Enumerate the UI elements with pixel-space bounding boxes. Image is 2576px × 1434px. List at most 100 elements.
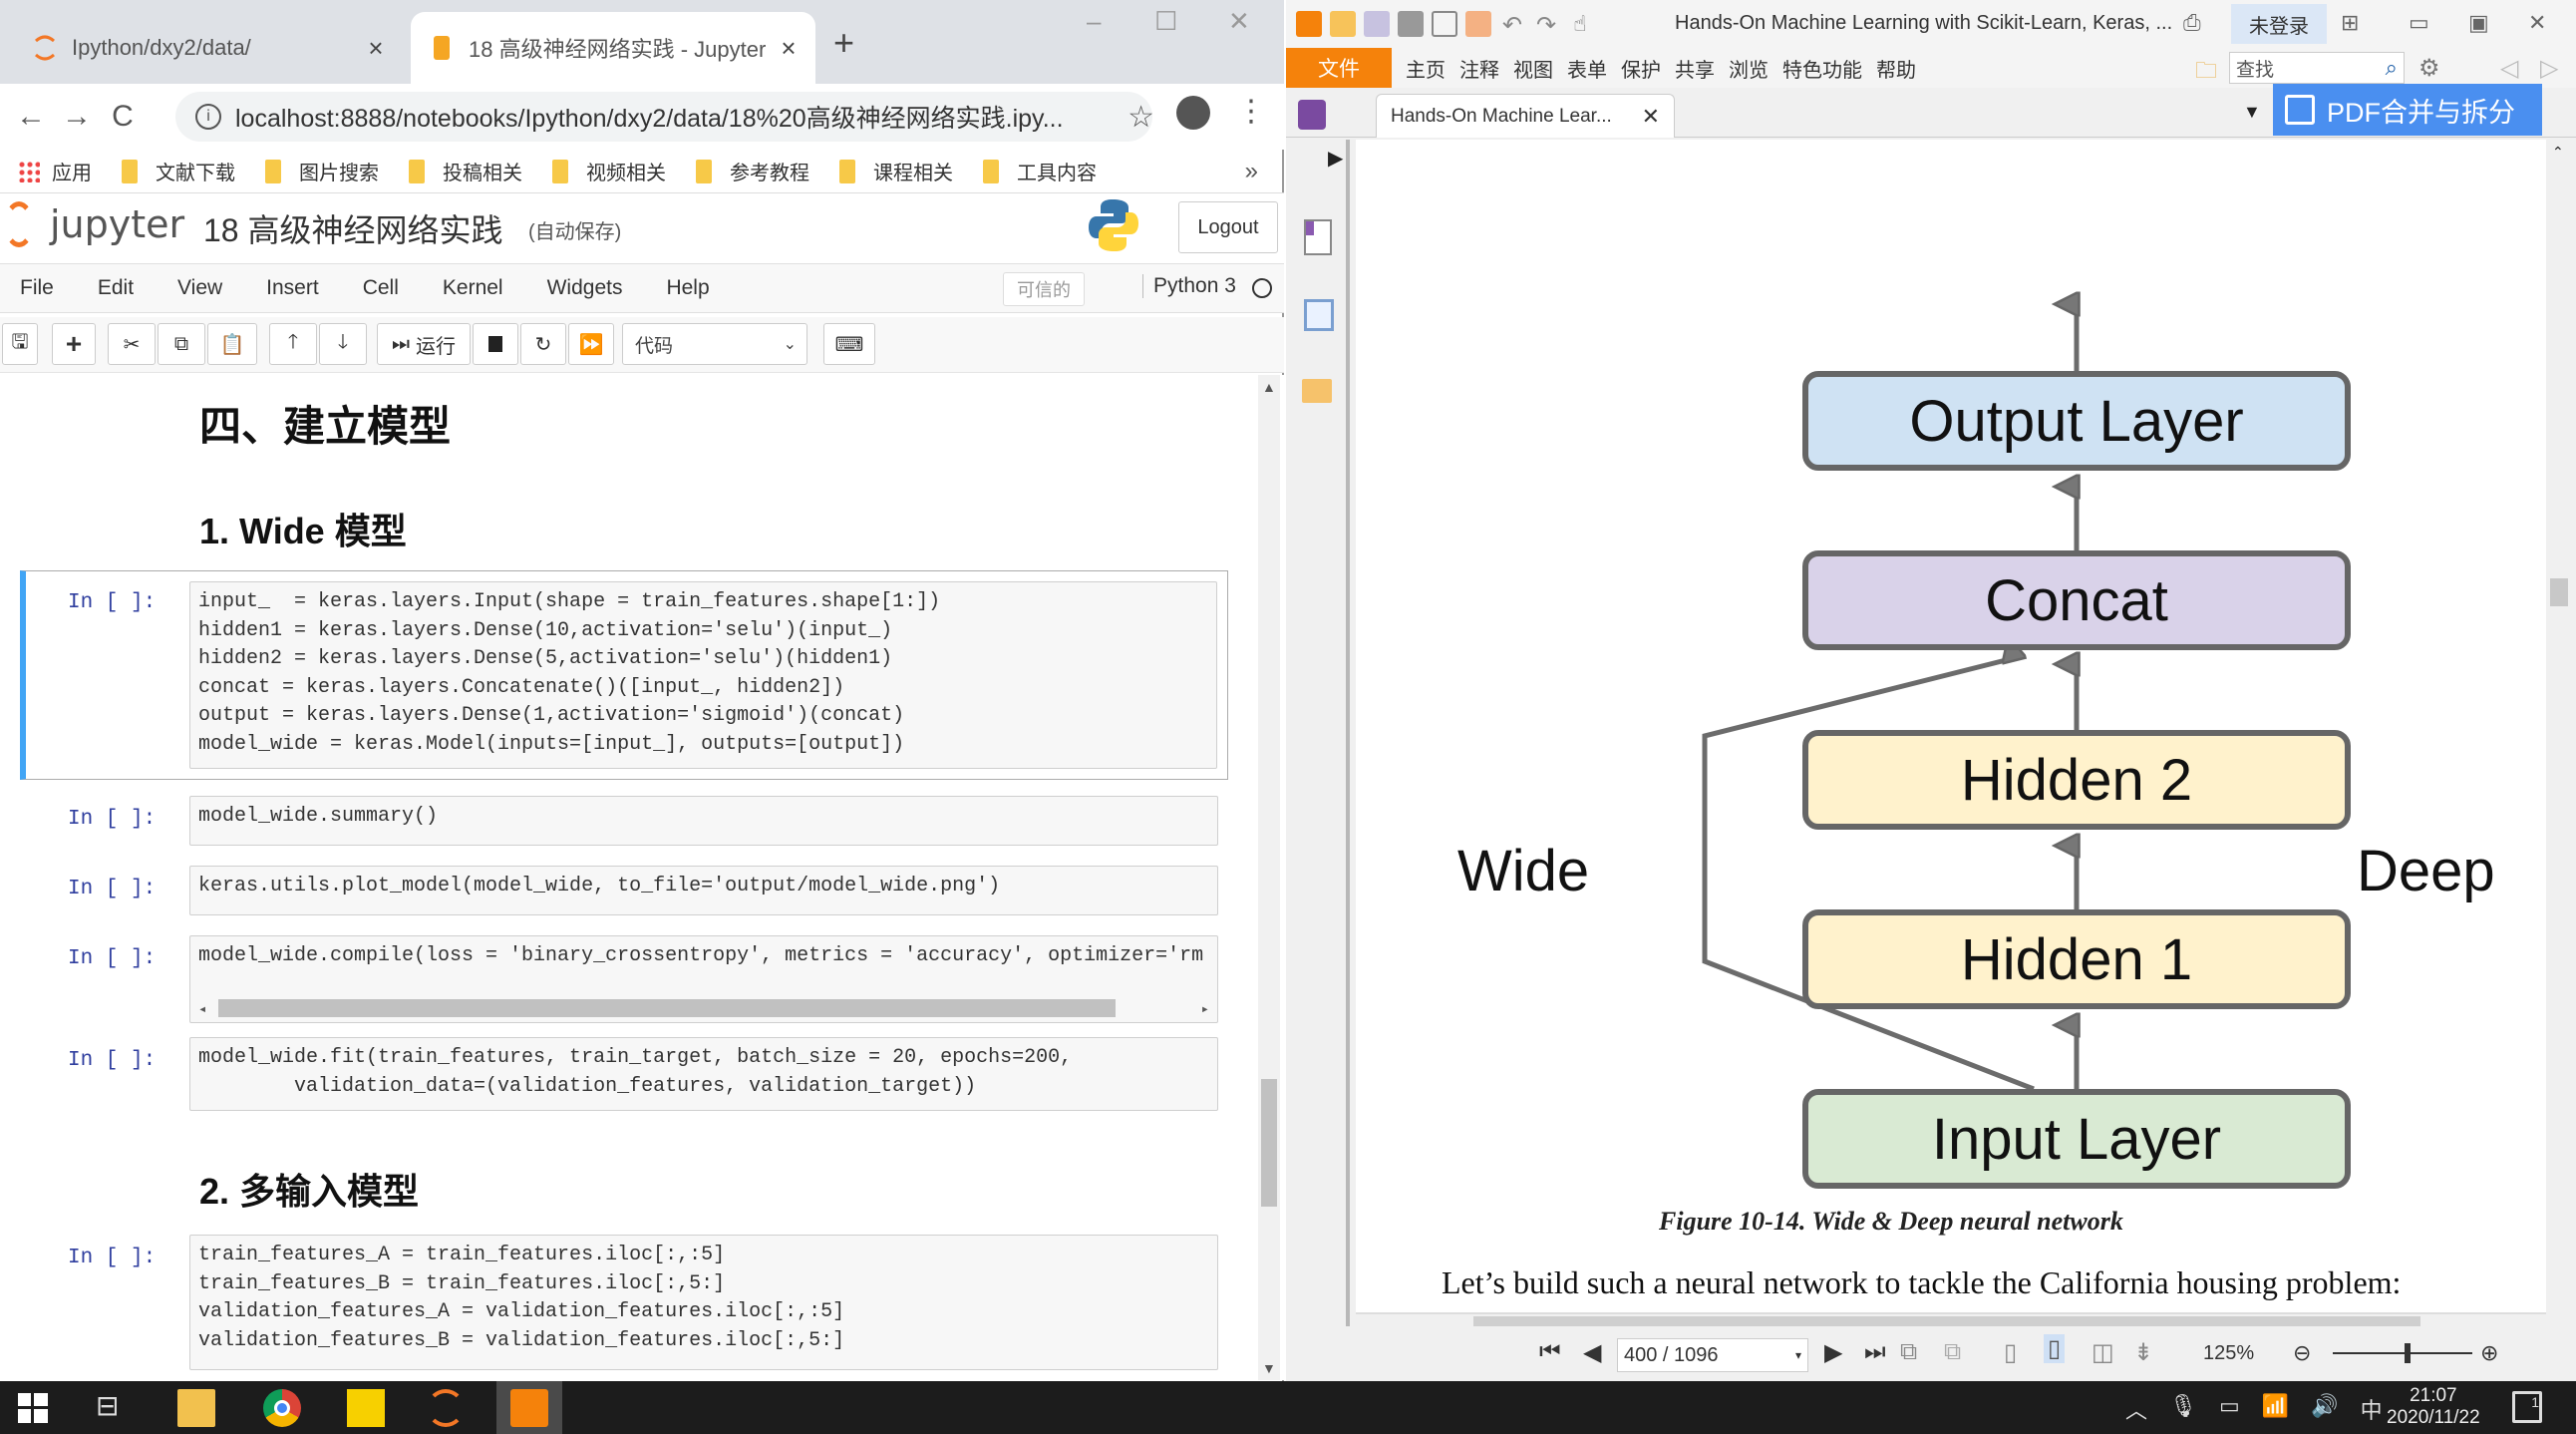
- close-tab-icon[interactable]: ×: [774, 33, 804, 64]
- print-icon[interactable]: [1398, 11, 1424, 37]
- bookmarks-panel-icon[interactable]: [1304, 219, 1332, 255]
- prev-page-button[interactable]: ◀: [1583, 1338, 1601, 1367]
- hand-tool-icon[interactable]: ☝: [1567, 11, 1593, 37]
- first-page-button[interactable]: ⏮: [1539, 1338, 1561, 1366]
- ribbon-tab-view[interactable]: 视图: [1513, 54, 1553, 83]
- jupyter-logo[interactable]: jupyter: [4, 201, 184, 247]
- battery-icon[interactable]: ▭: [2219, 1393, 2240, 1425]
- view-mode-icon[interactable]: ⧉: [1900, 1338, 1917, 1366]
- bookmark-folder[interactable]: 课程相关: [839, 157, 953, 185]
- search-input[interactable]: 查找 ⌕: [2229, 52, 2405, 84]
- run-button[interactable]: ⏭ 运行: [377, 323, 471, 365]
- notebook-scrollbar[interactable]: ▲ ▼: [1258, 375, 1280, 1380]
- view-mode-icon[interactable]: ⧉: [1944, 1338, 1961, 1366]
- close-tab-icon[interactable]: ×: [361, 33, 391, 64]
- next-page-button[interactable]: ▶: [1824, 1338, 1842, 1367]
- task-view-icon[interactable]: ⊟: [96, 1389, 134, 1427]
- file-explorer-icon[interactable]: [177, 1389, 215, 1427]
- search-icon[interactable]: ⌕: [2386, 55, 2398, 81]
- command-palette-button[interactable]: ⌨: [823, 323, 875, 365]
- code-input[interactable]: model_wide.fit(train_features, train_tar…: [189, 1037, 1218, 1111]
- clock[interactable]: 21:07 2020/11/22: [2387, 1385, 2480, 1429]
- code-cell[interactable]: In [ ]: train_features_A = train_feature…: [20, 1227, 1228, 1370]
- code-input[interactable]: model_wide.compile(loss = 'binary_crosse…: [189, 935, 1218, 1023]
- restore-button[interactable]: ▣: [2468, 10, 2489, 36]
- pages-panel-icon[interactable]: [1304, 299, 1334, 331]
- volume-icon[interactable]: 🔊: [2311, 1393, 2338, 1425]
- save-button[interactable]: 🖫: [2, 323, 38, 365]
- bookmark-star-icon[interactable]: ☆: [1127, 100, 1154, 135]
- next-nav-icon[interactable]: ▷: [2540, 54, 2558, 83]
- info-icon[interactable]: i: [195, 104, 221, 130]
- login-button[interactable]: 未登录: [2231, 4, 2327, 44]
- scrollbar-thumb[interactable]: [1261, 1079, 1277, 1207]
- continuous-page-icon[interactable]: ▯: [2044, 1334, 2066, 1363]
- ribbon-tab-share[interactable]: 共享: [1675, 54, 1715, 83]
- trusted-indicator[interactable]: 可信的: [1003, 272, 1085, 306]
- code-input[interactable]: keras.utils.plot_model(model_wide, to_fi…: [189, 866, 1218, 915]
- close-button[interactable]: ✕: [2528, 10, 2546, 36]
- scroll-up-icon[interactable]: ▲: [1262, 379, 1276, 395]
- menu-file[interactable]: File: [0, 276, 78, 300]
- tab-list-dropdown-icon[interactable]: ▼: [2243, 102, 2261, 123]
- kernel-name[interactable]: Python 3: [1142, 274, 1236, 298]
- code-cell-selected[interactable]: In [ ]: input_ = keras.layers.Input(shap…: [20, 570, 1228, 780]
- undo-icon[interactable]: ↶: [1499, 11, 1525, 39]
- notebook-name[interactable]: 18 高级神经网络实践: [203, 205, 503, 251]
- jupyter-taskbar-icon[interactable]: [427, 1389, 465, 1427]
- copy-button[interactable]: ⧉: [158, 323, 205, 365]
- ribbon-tab-browse[interactable]: 浏览: [1729, 54, 1769, 83]
- tab-ipython-data[interactable]: Ipython/dxy2/data/ ×: [14, 12, 403, 84]
- sticky-notes-icon[interactable]: [347, 1389, 385, 1427]
- back-button[interactable]: ←: [8, 100, 54, 134]
- minimize-button[interactable]: –: [1087, 6, 1101, 37]
- scroll-down-icon[interactable]: ▼: [1262, 1360, 1276, 1376]
- bookmark-folder[interactable]: 文献下载: [122, 157, 235, 185]
- cell-type-select[interactable]: 代码 ⌄: [622, 323, 807, 365]
- ribbon-tab-help[interactable]: 帮助: [1876, 54, 1916, 83]
- prev-nav-icon[interactable]: ◁: [2500, 54, 2518, 83]
- move-up-button[interactable]: 🡑: [269, 323, 317, 365]
- app-logo-icon[interactable]: [1296, 11, 1322, 37]
- bookmark-folder[interactable]: 工具内容: [983, 157, 1097, 185]
- logout-button[interactable]: Logout: [1178, 201, 1278, 253]
- pdf-page-view[interactable]: Output Layer Concat Hidden 2 Hidden 1 In…: [1356, 140, 2546, 1314]
- folder-search-icon[interactable]: 🗀: [2195, 54, 2217, 92]
- save-icon[interactable]: [1364, 11, 1390, 37]
- gear-icon[interactable]: ⚙: [2418, 54, 2440, 83]
- ribbon-tab-comment[interactable]: 注释: [1459, 54, 1499, 83]
- code-cell[interactable]: In [ ]: model_wide.summary(): [20, 788, 1228, 850]
- new-doc-icon[interactable]: [1465, 11, 1491, 37]
- scrollbar-thumb[interactable]: [218, 999, 1116, 1017]
- wifi-icon[interactable]: 📶: [2262, 1393, 2289, 1425]
- code-input[interactable]: model_wide.summary(): [189, 796, 1218, 846]
- maximize-button[interactable]: ☐: [1154, 6, 1177, 37]
- ribbon-tab-protect[interactable]: 保护: [1621, 54, 1661, 83]
- insert-cell-button[interactable]: +: [52, 323, 96, 365]
- chevron-up-icon[interactable]: ︿: [2125, 1393, 2147, 1425]
- ribbon-tab-features[interactable]: 特色功能: [1782, 54, 1862, 83]
- close-tab-icon[interactable]: ✕: [1642, 104, 1660, 130]
- menu-widgets[interactable]: Widgets: [527, 276, 647, 300]
- bookmarks-overflow-button[interactable]: »: [1245, 158, 1258, 185]
- pdf-merge-split-button[interactable]: PDF合并与拆分: [2273, 84, 2542, 136]
- window-close-button[interactable]: ✕: [1228, 6, 1250, 37]
- zoom-out-icon[interactable]: ⊖: [2293, 1340, 2311, 1366]
- zoom-level[interactable]: 125%: [2203, 1342, 2254, 1365]
- menu-edit[interactable]: Edit: [78, 276, 158, 300]
- ime-indicator[interactable]: 中: [2361, 1393, 2383, 1425]
- zoom-in-icon[interactable]: ⊕: [2480, 1340, 2498, 1366]
- interrupt-button[interactable]: [473, 323, 518, 365]
- screen-icon[interactable]: [1432, 11, 1457, 37]
- code-input[interactable]: input_ = keras.layers.Input(shape = trai…: [189, 581, 1217, 769]
- code-cell[interactable]: In [ ]: keras.utils.plot_model(model_wid…: [20, 858, 1228, 919]
- move-down-button[interactable]: 🡓: [319, 323, 367, 365]
- scroll-right-icon[interactable]: ▸: [1201, 996, 1209, 1022]
- bookmark-folder[interactable]: 图片搜索: [265, 157, 379, 185]
- minimize-button[interactable]: ▭: [2409, 10, 2429, 36]
- bookmark-folder[interactable]: 参考教程: [696, 157, 809, 185]
- share-icon[interactable]: ⎙: [2183, 10, 2201, 36]
- layout-grid-icon[interactable]: ⊞: [2341, 10, 2359, 36]
- scroll-left-icon[interactable]: ◂: [198, 996, 206, 1022]
- facing-page-icon[interactable]: ◫: [2092, 1338, 2114, 1367]
